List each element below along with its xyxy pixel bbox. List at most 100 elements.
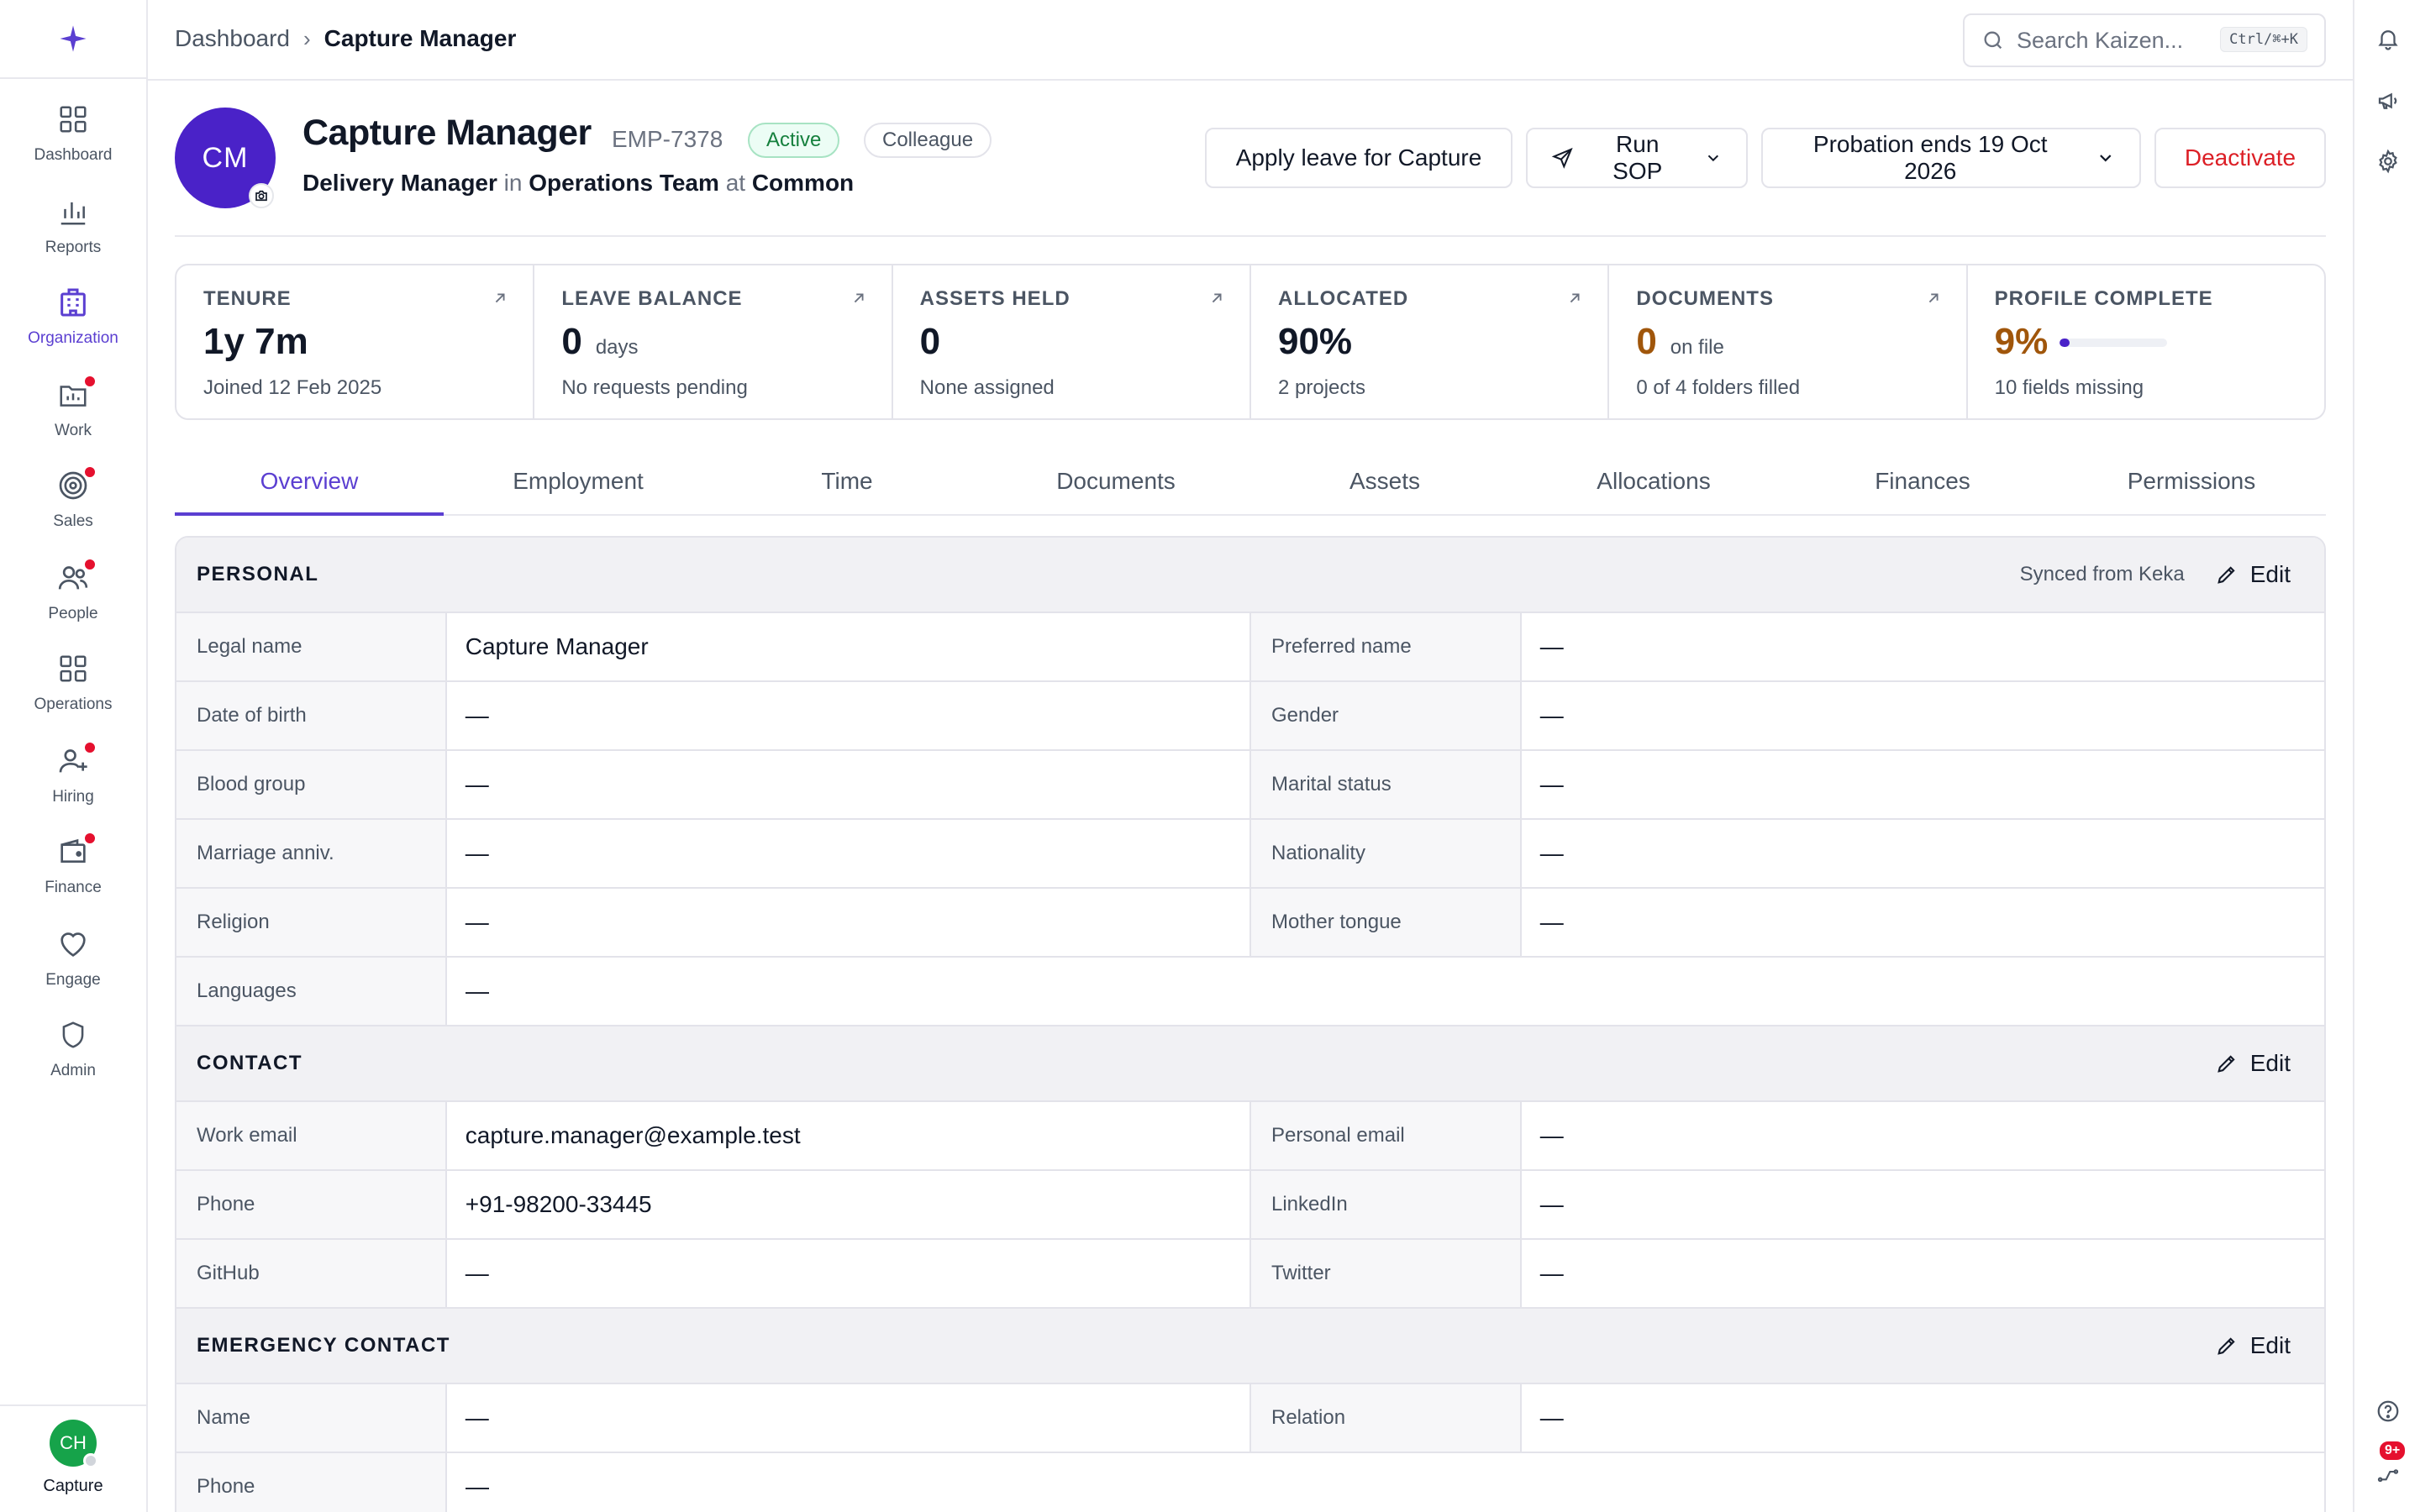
tab-assets[interactable]: Assets	[1250, 449, 1519, 514]
field-row: Phone —	[176, 1453, 2324, 1512]
field-row: Work email capture.manager@example.test …	[176, 1102, 2324, 1171]
sidebar-item-organization[interactable]: Organization	[0, 277, 146, 361]
run-sop-button[interactable]: Run SOP	[1526, 128, 1748, 188]
help-button[interactable]	[2373, 1396, 2403, 1426]
sync-status: Synced from Keka	[2019, 563, 2185, 585]
role-tag: Colleague	[864, 123, 992, 158]
user-name: Capture	[43, 1477, 103, 1495]
sidebar-item-admin[interactable]: Admin	[0, 1010, 146, 1094]
user-menu[interactable]: CH Capture	[0, 1404, 146, 1512]
sidebar-item-label: Reports	[45, 239, 102, 256]
field-value: —	[1521, 1171, 2324, 1238]
settings-button[interactable]	[2373, 146, 2403, 176]
notification-dot	[83, 558, 97, 571]
avatar-initials: CH	[60, 1432, 87, 1453]
probation-label: Probation ends 19 Oct 2026	[1812, 131, 2048, 184]
change-photo-button[interactable]	[249, 183, 274, 208]
section-header-contact: CONTACT Edit	[176, 1026, 2324, 1102]
sidebar-item-dashboard[interactable]: Dashboard	[0, 94, 146, 178]
field-label: Name	[176, 1384, 447, 1452]
stat-card-tenure[interactable]: TENURE 1y 7m Joined 12 Feb 2025	[176, 265, 535, 418]
breadcrumb-current: Capture Manager	[324, 25, 517, 51]
tab-documents[interactable]: Documents	[981, 449, 1250, 514]
grid-icon	[60, 655, 87, 682]
tab-time[interactable]: Time	[713, 449, 981, 514]
stat-title: ALLOCATED	[1277, 287, 1409, 310]
stat-title: DOCUMENTS	[1636, 287, 1774, 310]
stat-card-allocated[interactable]: ALLOCATED 90% 2 projects	[1251, 265, 1610, 418]
field-value: —	[447, 1453, 2324, 1512]
field-label: LinkedIn	[1251, 1171, 1522, 1238]
field-row: Languages —	[176, 958, 2324, 1026]
help-circle-icon	[2377, 1400, 2399, 1422]
stat-title: PROFILE COMPLETE	[1994, 287, 2213, 310]
sidebar-item-people[interactable]: People	[0, 553, 146, 637]
stat-subtitle: 0 of 4 folders filled	[1636, 376, 1801, 399]
stat-subtitle: 2 projects	[1277, 376, 1366, 399]
field-value: Capture Manager	[446, 613, 1251, 680]
sidebar-item-sales[interactable]: Sales	[0, 460, 146, 544]
pencil-icon	[2217, 1055, 2235, 1073]
sidebar-item-reports[interactable]: Reports	[0, 186, 146, 270]
announcements-button[interactable]	[2373, 86, 2403, 116]
stat-card-assets-held[interactable]: ASSETS HELD 0 None assigned	[893, 265, 1251, 418]
edit-label: Edit	[2249, 1050, 2291, 1076]
sidebar-item-operations[interactable]: Operations	[0, 643, 146, 727]
stat-card-profile-complete[interactable]: PROFILE COMPLETE 9% 10 fields missing	[1968, 265, 2324, 418]
deactivate-button[interactable]: Deactivate	[2154, 128, 2326, 188]
presence-indicator	[83, 1453, 98, 1468]
company-link[interactable]: Common	[752, 170, 854, 196]
edit-emergency-contact-button[interactable]: Edit	[2215, 1332, 2291, 1359]
notification-dot	[83, 375, 97, 388]
app-logo[interactable]	[0, 0, 146, 79]
section-title: PERSONAL	[197, 563, 319, 585]
notification-dot	[83, 465, 97, 479]
breadcrumb-parent[interactable]: Dashboard	[175, 25, 290, 52]
tab-allocations[interactable]: Allocations	[1519, 449, 1788, 514]
connector-in: in	[503, 170, 523, 196]
stat-card-leave-balance[interactable]: LEAVE BALANCE 0 days No requests pending	[534, 265, 893, 418]
stat-value: 1y 7m	[203, 321, 308, 362]
tab-bar: Overview Employment Time Documents Asset…	[175, 449, 2326, 516]
stat-card-documents[interactable]: DOCUMENTS 0 on file 0 of 4 folders filled	[1609, 265, 1968, 418]
sidebar-item-finance[interactable]: Finance	[0, 827, 146, 911]
field-label: Date of birth	[176, 682, 447, 749]
field-row: Marriage anniv. — Nationality —	[176, 820, 2324, 889]
notification-dot	[83, 832, 97, 845]
notifications-button[interactable]	[2373, 24, 2403, 54]
probation-dropdown[interactable]: Probation ends 19 Oct 2026	[1761, 128, 2141, 188]
edit-contact-button[interactable]: Edit	[2215, 1050, 2291, 1077]
field-row: Religion — Mother tongue —	[176, 889, 2324, 958]
sidebar-item-label: Dashboard	[34, 146, 113, 164]
notification-dot	[83, 741, 97, 754]
field-label: Phone	[176, 1453, 447, 1512]
sidebar-item-label: Engage	[45, 971, 101, 989]
team-link[interactable]: Operations Team	[529, 170, 719, 196]
designation: Delivery Manager	[302, 170, 497, 196]
sidebar-item-work[interactable]: Work	[0, 370, 146, 454]
field-label: Legal name	[176, 613, 447, 680]
tab-finances[interactable]: Finances	[1788, 449, 2057, 514]
right-rail: 9+	[2353, 0, 2420, 1512]
tab-employment[interactable]: Employment	[444, 449, 713, 514]
arrow-up-right-icon	[496, 293, 505, 303]
search-icon	[1984, 31, 2002, 50]
edit-personal-button[interactable]: Edit	[2215, 561, 2291, 588]
employee-id: EMP-7378	[612, 126, 723, 152]
apply-leave-button[interactable]: Apply leave for Capture	[1205, 128, 1512, 188]
field-row: Date of birth — Gender —	[176, 682, 2324, 751]
gear-icon	[2379, 149, 2397, 174]
search-input[interactable]: Search Kaizen... Ctrl/⌘+K	[1963, 13, 2326, 67]
tab-permissions[interactable]: Permissions	[2057, 449, 2326, 514]
field-value: +91-98200-33445	[446, 1171, 1251, 1238]
field-value: —	[1521, 1384, 2324, 1452]
arrow-up-right-icon	[854, 293, 864, 303]
sparkle-icon	[60, 25, 87, 52]
section-header-emergency-contact: EMERGENCY CONTACT Edit	[176, 1309, 2324, 1384]
sidebar-item-engage[interactable]: Engage	[0, 919, 146, 1003]
tab-overview[interactable]: Overview	[175, 449, 444, 516]
sidebar-item-hiring[interactable]: Hiring	[0, 736, 146, 820]
page-title: Capture Manager	[302, 113, 592, 153]
field-label: Work email	[176, 1102, 447, 1169]
breadcrumb: Dashboard › Capture Manager	[175, 25, 516, 52]
